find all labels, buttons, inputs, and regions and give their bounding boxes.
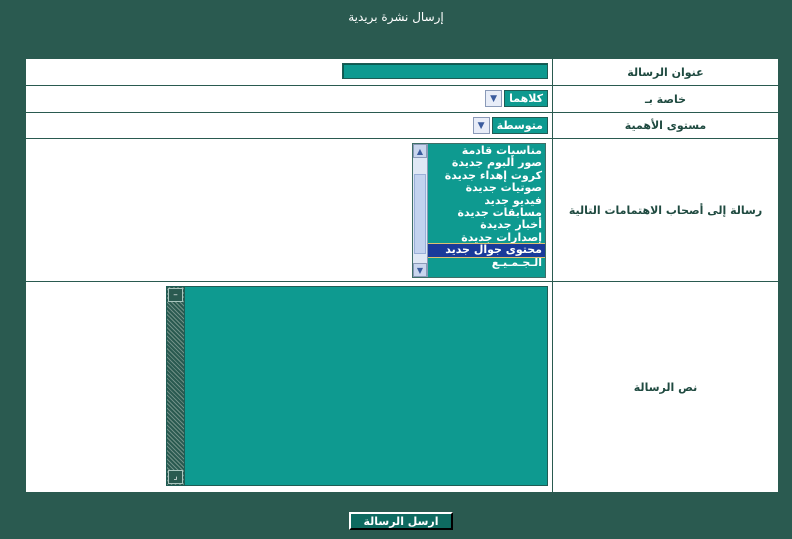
- chevron-down-icon[interactable]: ▼: [472, 117, 490, 134]
- interests-options: مناسبات قادمة صور ألبوم جديدة كروت إهداء ج…: [427, 144, 545, 277]
- body-cell: – ⌟: [25, 281, 553, 493]
- target-select[interactable]: ▼ كلاهما: [485, 90, 548, 107]
- interests-label: رسالة إلى أصحاب الاهتمامات التالية: [552, 138, 779, 282]
- body-label: نص الرسالة: [552, 281, 779, 493]
- subject-input[interactable]: [342, 63, 548, 79]
- list-item[interactable]: صوتيات جديدة: [428, 181, 545, 194]
- interests-listbox[interactable]: ▲ ▼ مناسبات قادمة صور ألبوم جديدة كروت إهد…: [412, 143, 546, 278]
- priority-select-value: متوسطة: [491, 117, 548, 134]
- list-item[interactable]: محتوى جوال جديد: [427, 243, 545, 258]
- body-textarea[interactable]: – ⌟: [166, 286, 548, 486]
- page-title: إرسال نشرة بريدية: [348, 10, 444, 24]
- list-item[interactable]: الـجـمـيـع: [428, 256, 545, 269]
- target-label: خاصة بـ: [552, 85, 779, 113]
- submit-button[interactable]: ارسل الرسالة: [349, 512, 453, 530]
- chevron-down-icon[interactable]: ▼: [413, 263, 427, 277]
- list-item[interactable]: أخبار جديدة: [428, 219, 545, 232]
- newsletter-form: عنوان الرسالة خاصة بـ ▼ كلاهما مستوى الأ…: [25, 58, 779, 493]
- target-select-value: كلاهما: [504, 90, 548, 107]
- target-cell: ▼ كلاهما: [25, 85, 553, 113]
- subject-label: عنوان الرسالة: [552, 58, 779, 86]
- scroll-up-icon[interactable]: –: [168, 288, 183, 302]
- chevron-down-icon[interactable]: ▼: [485, 90, 503, 107]
- priority-select[interactable]: ▼ متوسطة: [472, 117, 548, 134]
- body-text: [185, 287, 547, 485]
- list-item[interactable]: صور ألبوم جديدة: [428, 156, 545, 169]
- interests-cell: ▲ ▼ مناسبات قادمة صور ألبوم جديدة كروت إهد…: [25, 138, 553, 282]
- priority-cell: ▼ متوسطة: [25, 112, 553, 139]
- priority-label: مستوى الأهمية: [552, 112, 779, 139]
- listbox-scrollbar[interactable]: ▲ ▼: [413, 144, 428, 277]
- resize-icon[interactable]: ⌟: [168, 470, 183, 484]
- scrollbar-thumb[interactable]: [414, 174, 426, 254]
- textarea-scrollbar[interactable]: – ⌟: [167, 287, 185, 485]
- subject-cell: [25, 58, 553, 86]
- chevron-up-icon[interactable]: ▲: [413, 144, 427, 158]
